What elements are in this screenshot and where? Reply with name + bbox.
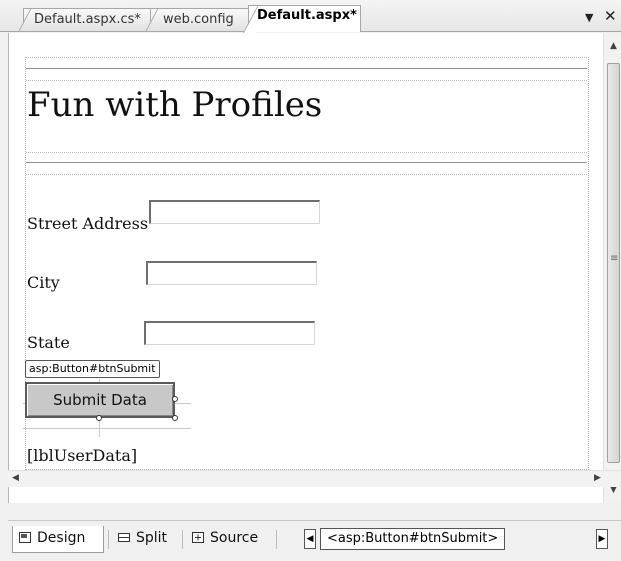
source-view-tab[interactable]: Source — [186, 526, 272, 553]
divider — [108, 530, 109, 549]
horizontal-rule-top — [26, 68, 587, 69]
tab-web-config[interactable]: web.config — [150, 8, 250, 31]
resize-handle-corner[interactable] — [172, 415, 178, 421]
split-view-tab[interactable]: Split — [112, 526, 178, 553]
source-icon — [192, 527, 204, 543]
street-address-label: Street Address — [27, 214, 149, 233]
city-label: City — [27, 273, 60, 292]
div-boundary — [26, 152, 587, 153]
tab-label: Default.aspx* — [257, 8, 357, 23]
horizontal-scroll-track[interactable]: ◀ ▶ — [8, 470, 621, 487]
user-data-label: [lblUserData] — [27, 446, 138, 465]
previous-element-icon[interactable]: ◀ — [304, 529, 316, 549]
scroll-left-icon[interactable]: ◀ — [6, 473, 25, 483]
page-heading: Fun with Profiles — [27, 85, 323, 125]
tab-label: Default.aspx.cs* — [34, 12, 141, 27]
design-icon — [19, 527, 31, 543]
designer-editor: Fun with Profiles Street Address City St… — [8, 33, 621, 503]
split-icon — [118, 527, 130, 542]
resize-handle-bottom[interactable] — [96, 415, 102, 421]
div-boundary — [26, 174, 587, 175]
submit-data-button[interactable]: Submit Data — [25, 382, 175, 418]
state-label: State — [27, 333, 70, 352]
divider — [182, 530, 183, 549]
control-smart-tag[interactable]: asp:Button#btnSubmit — [25, 360, 160, 378]
street-address-input[interactable] — [149, 200, 320, 224]
tab-default-aspx-cs[interactable]: Default.aspx.cs* — [23, 8, 151, 31]
vertical-scroll-thumb[interactable]: ≡ — [607, 63, 620, 463]
tag-breadcrumb[interactable]: <asp:Button#btnSubmit> — [320, 528, 506, 550]
close-document-icon[interactable]: ✕ — [604, 8, 617, 24]
design-view-label: Design — [37, 530, 86, 546]
vertical-scrollbar[interactable]: ▲ ≡ ▼ — [603, 33, 621, 503]
tab-default-aspx[interactable]: Default.aspx* — [248, 5, 361, 32]
grip-icon: ≡ — [610, 253, 619, 264]
selection-guide — [23, 428, 191, 429]
horizontal-scrollbar[interactable]: ◀ ▶ — [8, 470, 621, 487]
scroll-right-icon[interactable]: ▶ — [588, 473, 607, 483]
horizontal-rule-middle — [26, 162, 587, 163]
div-boundary — [26, 57, 587, 58]
state-input[interactable] — [144, 321, 315, 345]
design-view-tab[interactable]: Design — [12, 526, 104, 553]
scroll-up-icon[interactable]: ▲ — [604, 41, 621, 51]
next-element-icon[interactable]: ▶ — [596, 529, 608, 549]
div-boundary — [26, 80, 587, 81]
resize-handle-right[interactable] — [172, 396, 178, 402]
city-input[interactable] — [146, 261, 317, 285]
divider — [276, 530, 277, 549]
design-surface[interactable]: Fun with Profiles Street Address City St… — [9, 33, 603, 503]
window-list-dropdown-icon[interactable]: ▼ — [585, 10, 593, 26]
tab-label: web.config — [163, 12, 234, 27]
split-view-label: Split — [136, 530, 168, 546]
source-view-label: Source — [210, 530, 259, 546]
view-switcher-bar: Design Split Source ◀ <asp:Button#btnSub… — [8, 520, 621, 561]
document-tab-strip: Default.aspx.cs* web.config Default.aspx… — [0, 0, 621, 32]
